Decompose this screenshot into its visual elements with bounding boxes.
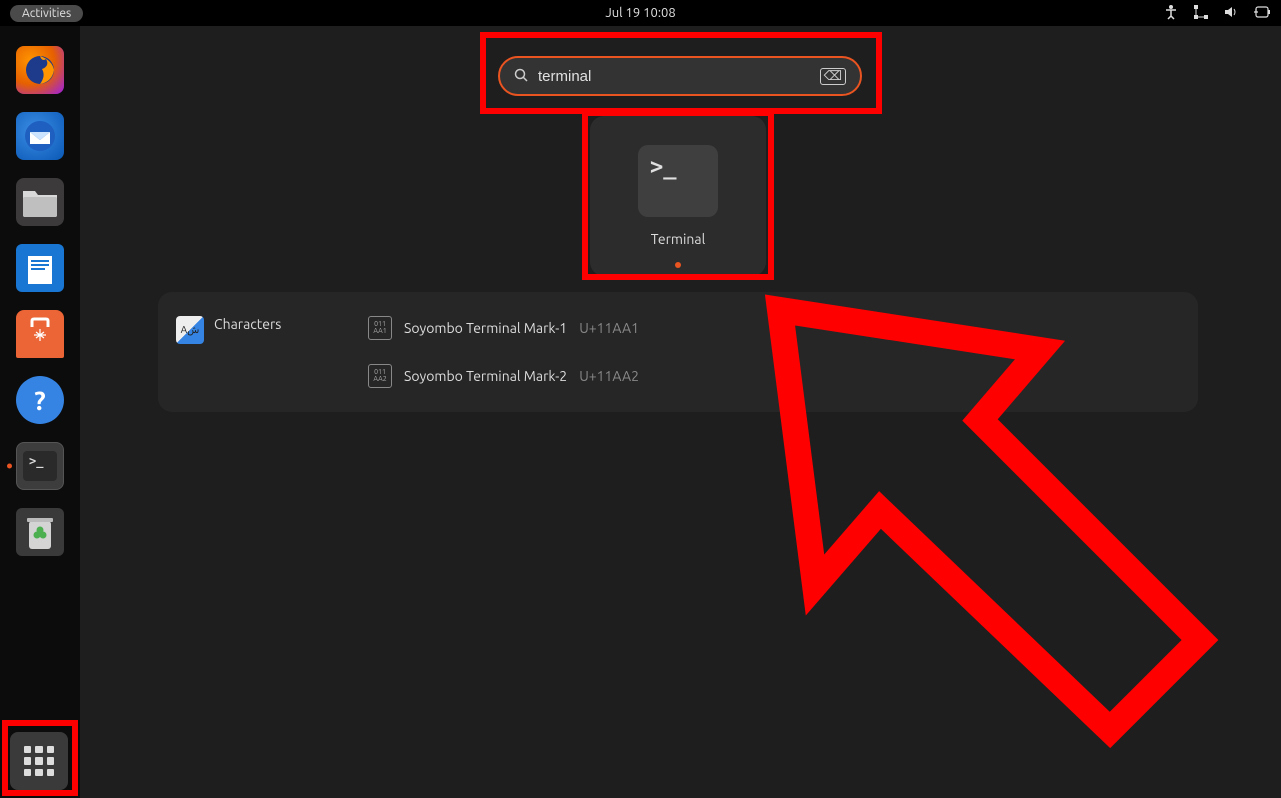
search-icon xyxy=(514,68,528,85)
char-result-code: U+11AA1 xyxy=(579,320,639,336)
clock[interactable]: Jul 19 10:08 xyxy=(605,6,675,20)
ubuntu-software-icon[interactable] xyxy=(16,310,64,358)
char-result-row[interactable]: 011AA1 Soyombo Terminal Mark-1 U+11AA1 xyxy=(358,308,1188,348)
trash-icon[interactable] xyxy=(16,508,64,556)
top-bar: Activities Jul 19 10:08 xyxy=(0,0,1281,26)
char-result-code: U+11AA2 xyxy=(579,368,639,384)
power-icon[interactable] xyxy=(1253,5,1271,22)
help-icon[interactable]: ? xyxy=(16,376,64,424)
search-input[interactable] xyxy=(538,68,820,85)
thunderbird-icon[interactable] xyxy=(16,112,64,160)
files-icon[interactable] xyxy=(16,178,64,226)
accessibility-icon[interactable] xyxy=(1163,4,1179,23)
sound-icon[interactable] xyxy=(1223,4,1239,23)
search-bar[interactable]: ⌫ xyxy=(498,56,862,96)
char-glyph-icon: 011AA1 xyxy=(368,316,392,340)
char-glyph-icon: 011AA2 xyxy=(368,364,392,388)
libreoffice-writer-icon[interactable] xyxy=(16,244,64,292)
search-result-terminal[interactable]: >_ Terminal xyxy=(590,116,766,276)
characters-results-panel: Aش Characters 011AA1 Soyombo Terminal Ma… xyxy=(158,292,1198,412)
running-indicator xyxy=(7,464,12,469)
characters-app-icon: Aش xyxy=(176,316,204,344)
network-icon[interactable] xyxy=(1193,4,1209,23)
terminal-dock-icon[interactable]: >_ xyxy=(16,442,64,490)
dock: ? >_ xyxy=(0,26,80,798)
terminal-icon: >_ xyxy=(638,145,718,217)
result-indicator xyxy=(675,262,681,268)
app-result-label: Terminal xyxy=(651,231,706,247)
characters-results-list: 011AA1 Soyombo Terminal Mark-1 U+11AA1 0… xyxy=(358,302,1188,402)
clear-search-icon[interactable]: ⌫ xyxy=(820,68,846,85)
char-result-name: Soyombo Terminal Mark-2 xyxy=(404,368,567,384)
show-applications-button[interactable] xyxy=(10,732,68,790)
characters-label: Characters xyxy=(214,316,281,332)
svg-text:>_: >_ xyxy=(29,454,44,469)
characters-source[interactable]: Aش Characters xyxy=(168,302,344,402)
firefox-icon[interactable] xyxy=(16,46,64,94)
status-area[interactable] xyxy=(1163,4,1271,23)
activities-button[interactable]: Activities xyxy=(10,5,83,22)
char-result-name: Soyombo Terminal Mark-1 xyxy=(404,320,567,336)
char-result-row[interactable]: 011AA2 Soyombo Terminal Mark-2 U+11AA2 xyxy=(358,356,1188,396)
